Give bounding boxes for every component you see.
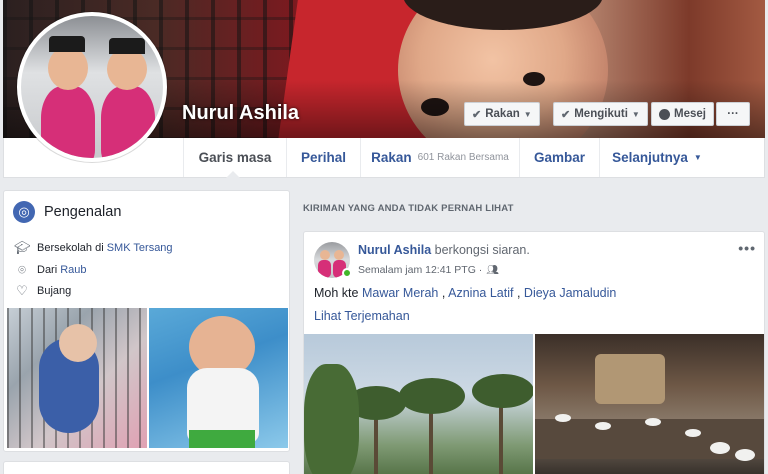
hometown-link[interactable]: Raub bbox=[60, 264, 86, 276]
tagged-user-link[interactable]: Dieya Jamaludin bbox=[524, 286, 616, 300]
more-options-button[interactable]: ··· bbox=[716, 102, 750, 126]
heart-icon: ♡ bbox=[16, 283, 28, 298]
intro-relationship: ♡ Bujang bbox=[14, 283, 71, 299]
avatar-child bbox=[318, 260, 331, 278]
plate bbox=[555, 414, 571, 422]
profile-picture-child-face bbox=[107, 48, 147, 90]
tag-separator: , bbox=[441, 286, 446, 300]
post-text-prefix: Moh kte bbox=[314, 286, 359, 300]
post-meta: Semalam jam 12:41 PTG · 👥︎ bbox=[358, 264, 499, 276]
intro-card: ◎ Pengenalan 🎓︎ Bersekolah di SMK Tersan… bbox=[3, 190, 290, 452]
tagged-user-link[interactable]: Aznina Latif bbox=[448, 286, 513, 300]
post-options-button[interactable]: ••• bbox=[738, 240, 756, 256]
school-link[interactable]: SMK Tersang bbox=[107, 242, 173, 254]
post-text: Moh kte Mawar Merah , Aznina Latif , Die… bbox=[314, 286, 616, 300]
checkmark-icon: ✔ bbox=[561, 108, 571, 121]
plate bbox=[710, 442, 730, 454]
profile-picture-child bbox=[41, 86, 95, 158]
tab-photos[interactable]: Gambar bbox=[519, 138, 599, 177]
tab-about[interactable]: Perihal bbox=[286, 138, 360, 177]
buffet-decor bbox=[595, 354, 665, 404]
message-button[interactable]: Mesej bbox=[651, 102, 714, 126]
profile-picture[interactable] bbox=[17, 12, 167, 162]
online-status-dot bbox=[342, 268, 352, 278]
plate bbox=[595, 422, 611, 430]
post-card: Nurul Ashila berkongsi siaran. Semalam j… bbox=[303, 231, 765, 474]
tab-friends-label: Rakan bbox=[371, 150, 412, 165]
intro-title: Pengenalan bbox=[44, 204, 122, 220]
post-image[interactable] bbox=[304, 334, 533, 474]
avatar-face bbox=[334, 250, 344, 260]
active-tab-indicator bbox=[226, 171, 240, 178]
intro-education: 🎓︎ Bersekolah di SMK Tersang bbox=[14, 240, 173, 256]
plate bbox=[645, 418, 661, 426]
caret-down-icon: ▼ bbox=[523, 109, 532, 119]
plate bbox=[685, 429, 701, 437]
checkmark-icon: ✔ bbox=[472, 108, 482, 121]
tab-more[interactable]: Selanjutnya ▼ bbox=[599, 138, 714, 177]
tag-separator: , bbox=[516, 286, 521, 300]
profile-picture-child-cap bbox=[49, 36, 85, 52]
intro-photo[interactable] bbox=[7, 308, 147, 448]
globe-icon: ◎ bbox=[13, 201, 35, 223]
see-translation-link[interactable]: Lihat Terjemahan bbox=[314, 309, 410, 323]
post-image[interactable] bbox=[535, 334, 764, 474]
palm-leaves bbox=[472, 374, 533, 408]
mutual-friends-count: 601 Rakan Bersama bbox=[417, 152, 509, 163]
tab-friends[interactable]: Rakan 601 Rakan Bersama bbox=[360, 138, 519, 177]
next-card bbox=[3, 461, 290, 474]
friends-button[interactable]: ✔ Rakan ▼ bbox=[464, 102, 540, 126]
palm-leaves bbox=[399, 378, 465, 414]
caret-down-icon: ▼ bbox=[693, 153, 702, 162]
more-options-label: ··· bbox=[727, 108, 739, 120]
profile-picture-child-cap bbox=[109, 38, 145, 54]
relationship-status: Bujang bbox=[37, 285, 72, 297]
photo-baby-pants bbox=[189, 430, 255, 448]
following-button-label: Mengikuti bbox=[574, 108, 628, 120]
caret-down-icon: ▼ bbox=[631, 109, 640, 119]
hometown-prefix: Dari bbox=[37, 264, 58, 276]
message-button-label: Mesej bbox=[674, 108, 706, 120]
intro-hometown: ⌾ Dari Raub bbox=[14, 262, 86, 278]
friends-button-label: Rakan bbox=[485, 108, 520, 120]
tab-about-label: Perihal bbox=[300, 150, 347, 165]
tab-timeline-label: Garis masa bbox=[198, 150, 272, 165]
avatar-face bbox=[320, 250, 330, 260]
graduation-cap-icon: 🎓︎ bbox=[14, 240, 31, 255]
plate bbox=[735, 449, 755, 461]
tree bbox=[304, 364, 359, 474]
messenger-icon bbox=[659, 108, 670, 120]
intro-header: ◎ Pengenalan bbox=[13, 201, 121, 223]
friends-audience-icon[interactable]: 👥︎ bbox=[486, 265, 499, 276]
post-timestamp[interactable]: Semalam jam 12:41 PTG · bbox=[358, 264, 482, 276]
profile-name[interactable]: Nurul Ashila bbox=[182, 102, 299, 125]
post-action-text: berkongsi siaran. bbox=[434, 243, 530, 257]
following-button[interactable]: ✔ Mengikuti ▼ bbox=[553, 102, 648, 126]
section-label: KIRIMAN YANG ANDA TIDAK PERNAH LIHAT bbox=[303, 203, 514, 214]
intro-photo[interactable] bbox=[149, 308, 288, 448]
post-author-link[interactable]: Nurul Ashila bbox=[358, 243, 431, 257]
profile-picture-child bbox=[101, 86, 155, 158]
location-pin-icon: ⌾ bbox=[18, 262, 26, 277]
tab-photos-label: Gambar bbox=[533, 150, 586, 165]
education-prefix: Bersekolah di bbox=[37, 242, 104, 254]
post-header: Nurul Ashila berkongsi siaran. bbox=[358, 243, 530, 257]
tab-more-label: Selanjutnya bbox=[612, 150, 688, 165]
tagged-user-link[interactable]: Mawar Merah bbox=[362, 286, 438, 300]
profile-picture-child-face bbox=[48, 46, 88, 90]
photo-baby-head bbox=[59, 324, 97, 362]
